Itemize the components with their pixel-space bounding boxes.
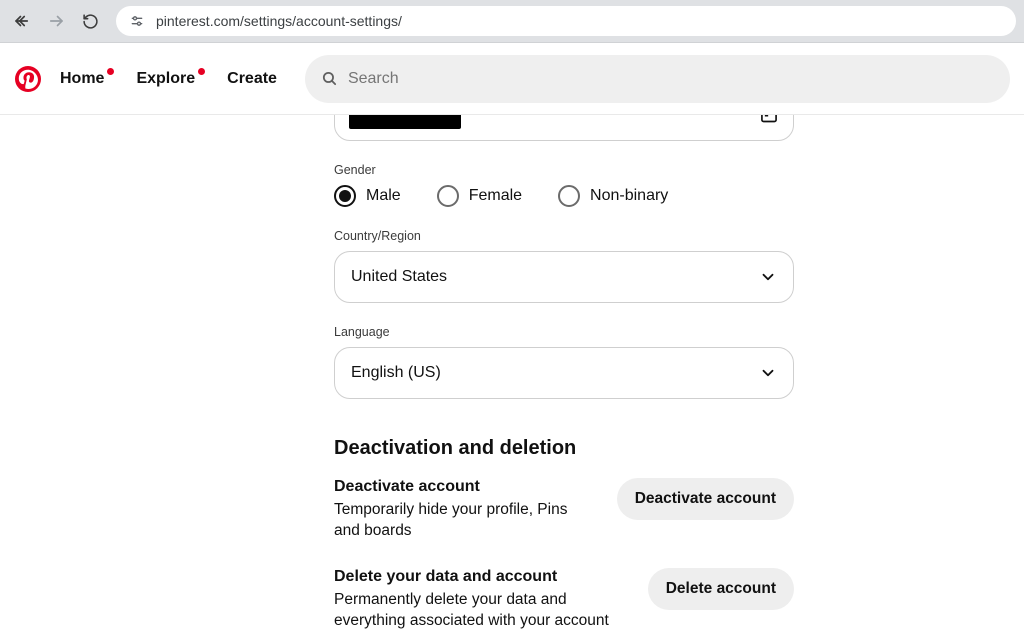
- chevron-down-icon: [759, 268, 777, 286]
- settings-content: Gender Male Female Non-binary Country/Re…: [0, 115, 1024, 630]
- reload-button[interactable]: [76, 7, 104, 35]
- calendar-icon[interactable]: [759, 115, 779, 124]
- deactivation-heading: Deactivation and deletion: [334, 437, 794, 460]
- delete-desc: Permanently delete your data and everyth…: [334, 590, 628, 630]
- chevron-down-icon: [759, 364, 777, 382]
- forward-button[interactable]: [42, 7, 70, 35]
- deactivate-desc: Temporarily hide your profile, Pins and …: [334, 500, 597, 542]
- search-bar[interactable]: [305, 55, 1010, 103]
- pinterest-logo[interactable]: [14, 65, 42, 93]
- country-value: United States: [351, 268, 447, 286]
- nav-home-label: Home: [60, 70, 104, 87]
- url-text: pinterest.com/settings/account-settings/: [156, 13, 402, 29]
- nav-explore-label: Explore: [136, 70, 195, 87]
- country-label: Country/Region: [334, 229, 794, 243]
- gender-option-male[interactable]: Male: [334, 185, 401, 207]
- back-button[interactable]: [8, 7, 36, 35]
- gender-label: Gender: [334, 163, 794, 177]
- deactivate-button[interactable]: Deactivate account: [617, 478, 794, 520]
- address-bar[interactable]: pinterest.com/settings/account-settings/: [116, 6, 1016, 36]
- birthdate-field[interactable]: [334, 115, 794, 141]
- browser-chrome: pinterest.com/settings/account-settings/: [0, 0, 1024, 43]
- search-input[interactable]: [348, 70, 994, 88]
- radio-unselected-icon: [437, 185, 459, 207]
- language-label: Language: [334, 325, 794, 339]
- country-select[interactable]: United States: [334, 251, 794, 303]
- redacted-value: [349, 115, 461, 129]
- pinterest-logo-icon: [15, 66, 41, 92]
- language-select[interactable]: English (US): [334, 347, 794, 399]
- delete-block: Delete your data and account Permanently…: [334, 568, 794, 630]
- gender-radio-group: Male Female Non-binary: [334, 185, 794, 207]
- reload-icon: [82, 13, 99, 30]
- gender-option-female[interactable]: Female: [437, 185, 522, 207]
- radio-selected-icon: [334, 185, 356, 207]
- gender-option-nonbinary[interactable]: Non-binary: [558, 185, 668, 207]
- nav-explore[interactable]: Explore: [122, 62, 209, 96]
- nav-create-label: Create: [227, 70, 277, 87]
- search-icon: [321, 70, 338, 87]
- gender-female-label: Female: [469, 187, 522, 205]
- deactivate-title: Deactivate account: [334, 478, 597, 496]
- site-settings-icon[interactable]: [128, 12, 146, 30]
- gender-nonbinary-label: Non-binary: [590, 187, 668, 205]
- nav-home[interactable]: Home: [46, 62, 118, 96]
- app-header: Home Explore Create: [0, 43, 1024, 115]
- delete-button[interactable]: Delete account: [648, 568, 794, 610]
- language-value: English (US): [351, 364, 441, 382]
- gender-male-label: Male: [366, 187, 401, 205]
- radio-unselected-icon: [558, 185, 580, 207]
- arrow-right-icon: [47, 12, 65, 30]
- deactivate-block: Deactivate account Temporarily hide your…: [334, 478, 794, 542]
- delete-title: Delete your data and account: [334, 568, 628, 586]
- nav-create[interactable]: Create: [213, 62, 291, 96]
